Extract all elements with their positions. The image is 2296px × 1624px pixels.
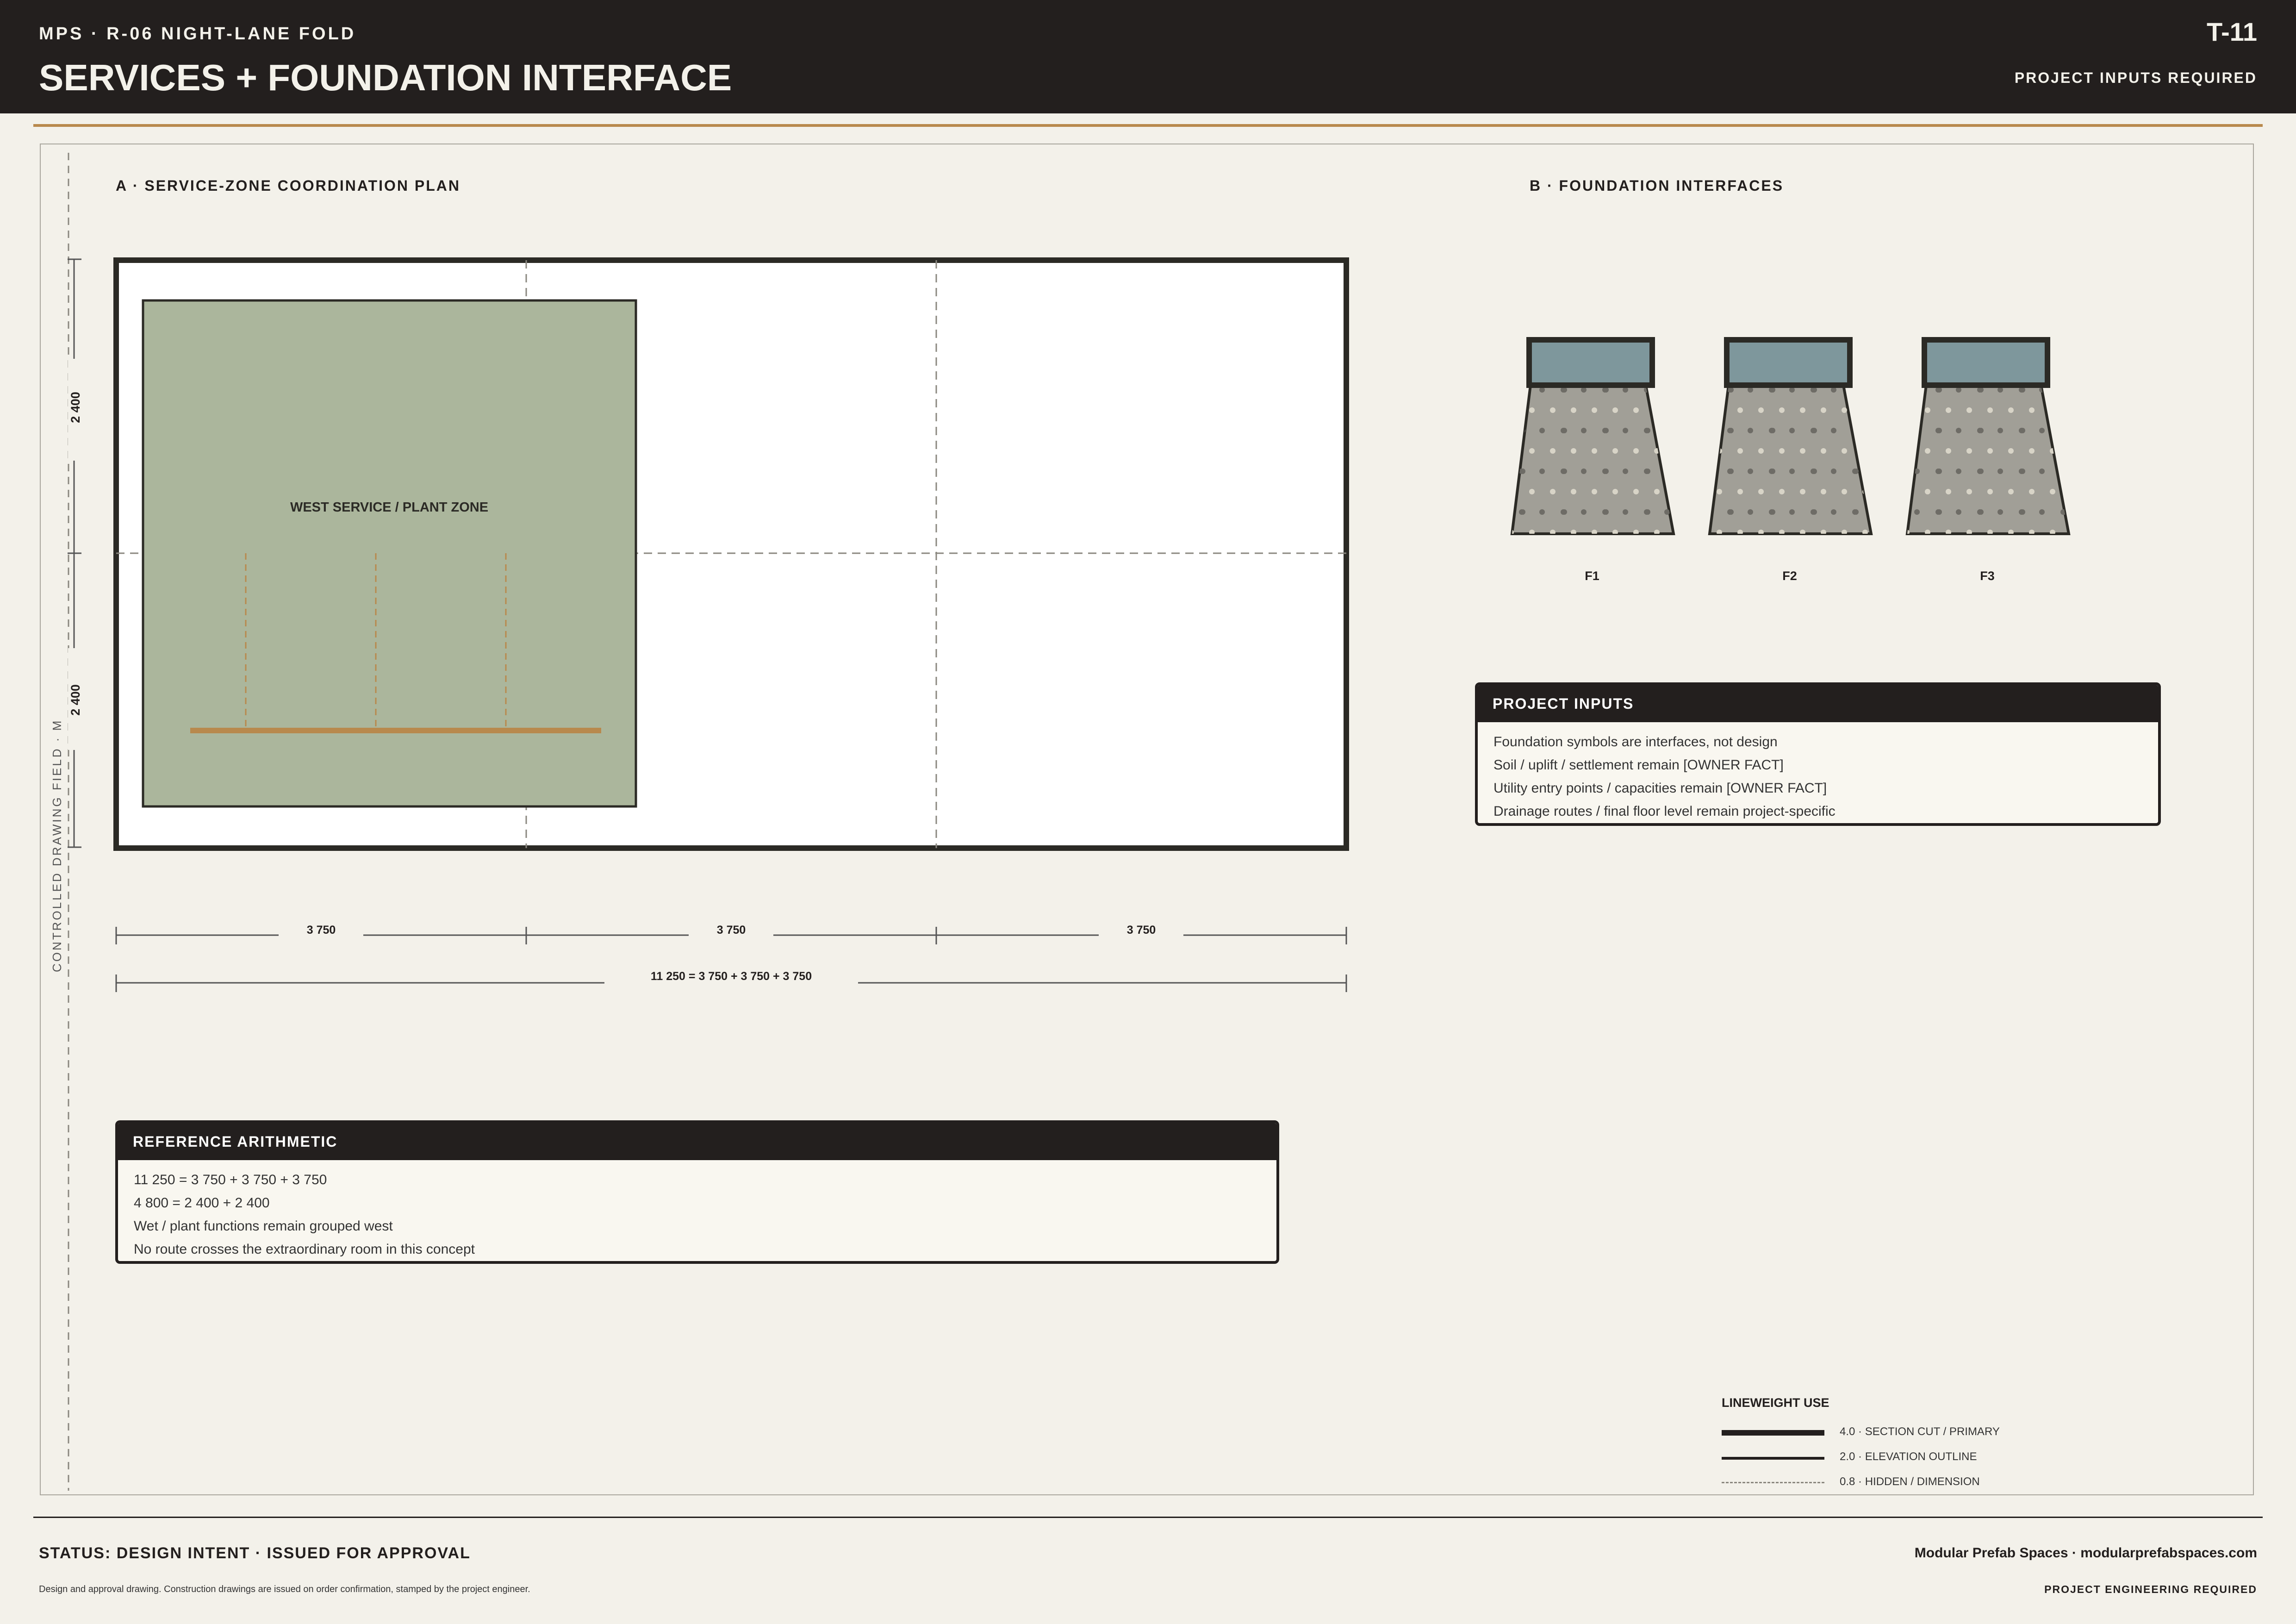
vertical-dimension [68, 258, 81, 848]
reference-line: 4 800 = 2 400 + 2 400 [134, 1195, 270, 1211]
foundation-title: B · FOUNDATION INTERFACES [1530, 177, 1784, 194]
project-input-line: Utility entry points / capacities remain… [1493, 781, 1827, 796]
legend-row-primary: 4.0 · SECTION CUT / PRIMARY [1722, 1424, 2046, 1442]
disclaimer-text: Design and approval drawing. Constructio… [39, 1584, 530, 1594]
project-input-line: Soil / uplift / settlement remain [OWNER… [1493, 757, 1784, 773]
project-inputs-title: PROJECT INPUTS [1478, 685, 2158, 722]
project-input-line: Drainage routes / final floor level rema… [1493, 804, 1836, 819]
engineering-note: PROJECT ENGINEERING REQUIRED [2044, 1583, 2257, 1595]
legend-row-elevation: 2.0 · ELEVATION OUTLINE [1722, 1449, 2046, 1467]
status-text: STATUS: DESIGN INTENT · ISSUED FOR APPRO… [39, 1544, 471, 1562]
reference-line: No route crosses the extraordinary room … [134, 1242, 475, 1257]
dim-bay-1: 3 750 [307, 924, 336, 937]
legend-swatch-medium [1722, 1457, 1824, 1460]
pad-f1: F1 [1510, 337, 1675, 583]
project-inputs-panel: PROJECT INPUTS Foundation symbols are in… [1475, 682, 2161, 826]
company-name: Modular Prefab Spaces · modularprefabspa… [1914, 1545, 2257, 1561]
reference-line: Wet / plant functions remain grouped wes… [134, 1218, 393, 1234]
legend-swatch-hidden [1722, 1482, 1824, 1483]
legend-label: 2.0 · ELEVATION OUTLINE [1840, 1450, 1977, 1463]
lineweight-legend-title: LINEWEIGHT USE [1722, 1396, 1829, 1410]
dim-bay-2: 3 750 [717, 924, 746, 937]
legend-swatch-heavy [1722, 1430, 1824, 1436]
pad-label-f1: F1 [1585, 569, 1599, 583]
legend-label: 0.8 · HIDDEN / DIMENSION [1840, 1475, 1980, 1488]
reference-arithmetic-title: REFERENCE ARITHMETIC [118, 1123, 1276, 1160]
dim-height-lower: 2 400 [68, 684, 82, 716]
pad-f2: F2 [1708, 337, 1873, 583]
service-zone-plan: 2 400 2 400 WEST SERVICE / PLANT ZONE 3 … [68, 257, 1349, 992]
dim-bay-3: 3 750 [1127, 924, 1156, 937]
legend-label: 4.0 · SECTION CUT / PRIMARY [1840, 1425, 2000, 1438]
dim-total: 11 250 = 3 750 + 3 750 + 3 750 [651, 970, 812, 983]
legend-row-hidden: 0.8 · HIDDEN / DIMENSION [1722, 1474, 2046, 1492]
project-input-line: Foundation symbols are interfaces, not d… [1493, 734, 1778, 750]
dim-height-upper: 2 400 [68, 392, 82, 423]
foundation-interfaces: F1 F2 F3 [1510, 337, 2071, 583]
pad-f3: F3 [1905, 337, 2071, 583]
reference-line: 11 250 = 3 750 + 3 750 + 3 750 [134, 1172, 327, 1187]
footer-rule [33, 1517, 2263, 1518]
sheet-number: T-11 [2207, 17, 2257, 46]
pad-label-f3: F3 [1980, 569, 1995, 583]
pad-label-f2: F2 [1782, 569, 1797, 583]
service-zone-label: WEST SERVICE / PLANT ZONE [290, 500, 488, 515]
sheet-status: PROJECT INPUTS REQUIRED [2014, 69, 2257, 86]
reference-arithmetic-panel: REFERENCE ARITHMETIC 11 250 = 3 750 + 3 … [115, 1120, 1279, 1264]
